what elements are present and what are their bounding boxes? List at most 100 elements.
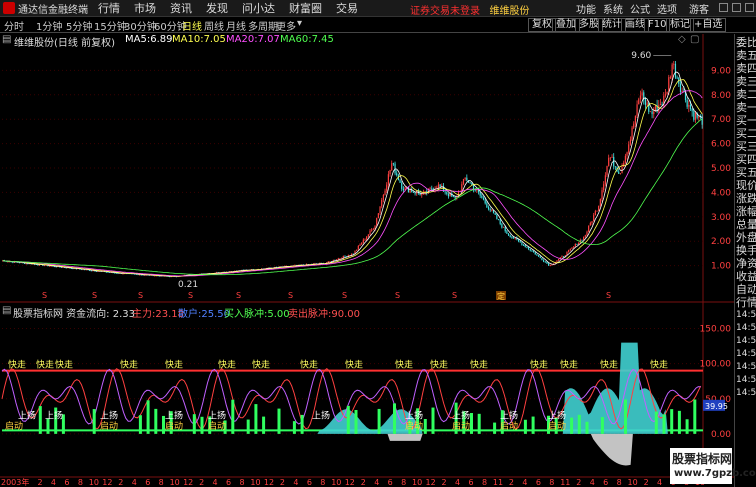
sidebar-item[interactable]: 总量 <box>736 218 756 231</box>
sidebar-item[interactable]: 卖三 <box>736 75 756 88</box>
signal-rise-label: 上扬 <box>405 409 423 421</box>
candle-body <box>364 239 366 241</box>
signal-fast-label: 快走 <box>36 359 54 371</box>
signal-ding-marker: 定 <box>497 291 505 301</box>
sidebar-item[interactable]: 换手 <box>736 244 756 257</box>
sidebar-item[interactable]: 14:50 <box>736 322 756 335</box>
sidebar-item[interactable]: 买二 <box>736 127 756 140</box>
sidebar-item[interactable]: 净资 <box>736 257 756 270</box>
time-tick-label: 10 <box>89 478 99 487</box>
sidebar-item[interactable]: 外盘 <box>736 231 756 244</box>
sidebar-item[interactable]: 卖一 <box>736 101 756 114</box>
candle-body <box>511 237 513 239</box>
buy-signal-bar <box>300 414 304 434</box>
signal-fast-label: 快走 <box>165 359 183 371</box>
buy-signal-bar <box>670 409 674 434</box>
time-tick-label: 2 <box>509 478 514 487</box>
sidebar-item[interactable]: 现价 <box>736 179 756 192</box>
sidebar-item[interactable]: 14:50 <box>736 361 756 374</box>
candle-body <box>446 192 448 194</box>
time-tick-label: 4 <box>213 478 218 487</box>
sidebar-item[interactable]: 卖二 <box>736 88 756 101</box>
candle-body <box>437 184 440 188</box>
time-tick-label: 11 <box>560 478 570 487</box>
buy-signal-bar <box>346 405 350 434</box>
candle-body <box>37 264 39 266</box>
time-tick-label: 10 <box>170 478 180 487</box>
candle-body <box>641 92 643 96</box>
candle-body <box>534 252 536 255</box>
buy-signal-bar <box>431 407 435 434</box>
sidebar-item[interactable]: 委比 <box>736 36 756 49</box>
indicator-tick-label: 150.00 <box>700 325 732 335</box>
buy-signal-bar <box>377 408 381 434</box>
time-tick-label: 2 <box>361 478 366 487</box>
time-tick-label: 2 <box>442 478 447 487</box>
candle-body <box>609 157 611 159</box>
sidebar-item[interactable]: 自动 <box>736 283 756 296</box>
signal-fast-label: 快走 <box>300 359 318 371</box>
buy-signal-bar <box>577 414 581 434</box>
candle-body <box>489 209 491 211</box>
buy-signal-bar <box>200 416 204 434</box>
indicator-axis: 150.00100.0050.000.0039.95 <box>700 325 732 440</box>
candle-body <box>658 105 660 112</box>
candle-body <box>626 152 628 156</box>
signal-rise-label: 上扬 <box>45 409 63 421</box>
signal-s-marker: S <box>606 291 611 300</box>
candle-body <box>624 155 626 163</box>
candle-body <box>636 104 638 116</box>
candle-body <box>409 189 411 193</box>
sidebar-item[interactable]: 收益 <box>736 270 756 283</box>
sidebar-item[interactable]: 买四 <box>736 153 756 166</box>
sidebar-item[interactable]: 买五 <box>736 166 756 179</box>
sidebar-item[interactable]: 14:50 <box>736 335 756 348</box>
candle-body <box>382 194 384 200</box>
time-tick-label: 2 <box>576 478 581 487</box>
close-icon[interactable] <box>745 2 754 12</box>
time-tick-label: 4 <box>657 478 662 487</box>
time-tick-label: 6 <box>64 478 69 487</box>
candle-body <box>462 178 465 185</box>
sidebar-item[interactable]: 涨幅 <box>736 205 756 218</box>
candle-body <box>686 100 688 107</box>
time-tick-label: 2 <box>118 478 123 487</box>
candle-body <box>386 184 388 191</box>
candle-body <box>681 91 683 92</box>
candle-body <box>628 144 630 153</box>
signal-s-marker: S <box>342 291 347 300</box>
candle-body <box>344 255 346 257</box>
candle-body <box>569 248 571 251</box>
candle-body <box>619 173 621 175</box>
sidebar-item[interactable]: 14:50 <box>736 374 756 387</box>
candle-body <box>529 248 531 251</box>
candle-body <box>593 215 595 222</box>
sidebar-item[interactable]: 买一 <box>736 114 756 127</box>
signal-fast-label: 快走 <box>430 359 448 371</box>
sidebar-item[interactable]: 卖四 <box>736 62 756 75</box>
charts-canvas[interactable]: 9.00 8.00 7.00 6.00 5.00 4.00 3.00 2.00 1.00 9.60… <box>0 0 734 487</box>
sidebar-item[interactable]: 14:50 <box>736 387 756 400</box>
candle-body <box>371 229 373 231</box>
buy-signal-bar <box>154 408 158 434</box>
candlesticks <box>2 61 703 278</box>
signal-rise-label: 上扬 <box>18 409 36 421</box>
sidebar-item[interactable]: 涨跌 <box>736 192 756 205</box>
time-tick-label: 6 <box>468 478 473 487</box>
sidebar-item[interactable]: 买三 <box>736 140 756 153</box>
buy-signal-bar <box>600 417 604 434</box>
sidebar-item[interactable]: 14:50 <box>736 309 756 322</box>
candle-body <box>454 196 456 199</box>
candle-body <box>392 163 394 165</box>
time-tick-label: 6 <box>307 478 312 487</box>
time-tick-label: 6 <box>603 478 608 487</box>
sidebar-item[interactable]: 卖五 <box>736 49 756 62</box>
candle-body <box>596 210 598 212</box>
time-tick-label: 8 <box>617 478 622 487</box>
candle-body <box>546 262 548 264</box>
buy-signal-bar <box>246 419 250 434</box>
sidebar-item[interactable]: 14:50 <box>736 348 756 361</box>
sidebar-item[interactable]: 行情 <box>736 296 756 309</box>
candle-body <box>474 189 476 191</box>
time-tick-label: 4 <box>374 478 379 487</box>
